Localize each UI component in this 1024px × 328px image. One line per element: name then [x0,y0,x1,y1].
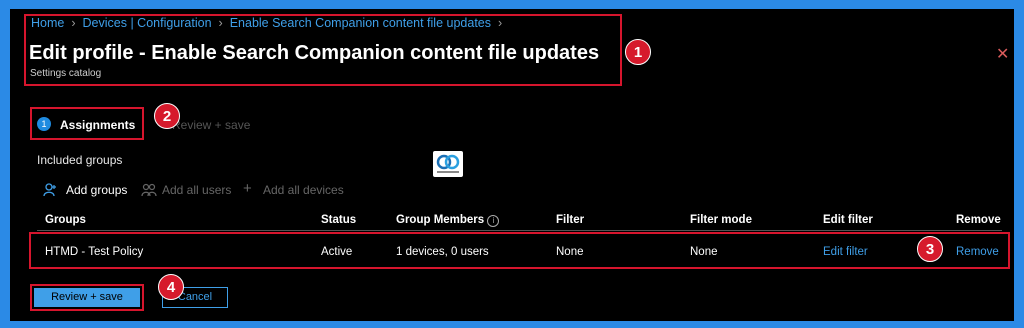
annotation-box-3 [29,232,1010,269]
users-icon [141,183,157,200]
column-header-status: Status [321,214,357,226]
included-groups-label: Included groups [37,153,123,167]
column-header-filter-mode: Filter mode [690,214,752,226]
annotation-box-4 [30,284,144,311]
close-icon[interactable]: ✕ [996,44,1009,64]
info-icon[interactable]: i [487,215,500,227]
add-all-devices-button[interactable]: Add all devices [263,183,344,197]
tab-review-save[interactable]: Review + save [172,118,250,132]
htmd-logo [433,151,463,177]
column-header-edit-filter: Edit filter [823,214,873,226]
add-groups-button[interactable]: Add groups [66,183,127,197]
plus-icon: + [243,180,252,197]
column-header-group-members: Group Members i [396,214,500,227]
annotation-badge-4: 4 [158,274,184,300]
add-all-users-button[interactable]: Add all users [162,183,231,197]
add-user-icon[interactable] [43,183,57,200]
annotation-badge-3: 3 [917,236,943,262]
table-divider [37,230,1002,231]
column-header-groups: Groups [45,214,86,226]
annotation-box-2 [30,107,144,140]
annotation-badge-2: 2 [154,103,180,129]
portal-panel: Home › Devices | Configuration › Enable Sear… [10,9,1014,321]
annotation-badge-1: 1 [625,39,651,65]
annotation-box-1 [24,14,622,86]
column-header-remove: Remove [956,214,1001,226]
column-header-filter: Filter [556,214,585,226]
